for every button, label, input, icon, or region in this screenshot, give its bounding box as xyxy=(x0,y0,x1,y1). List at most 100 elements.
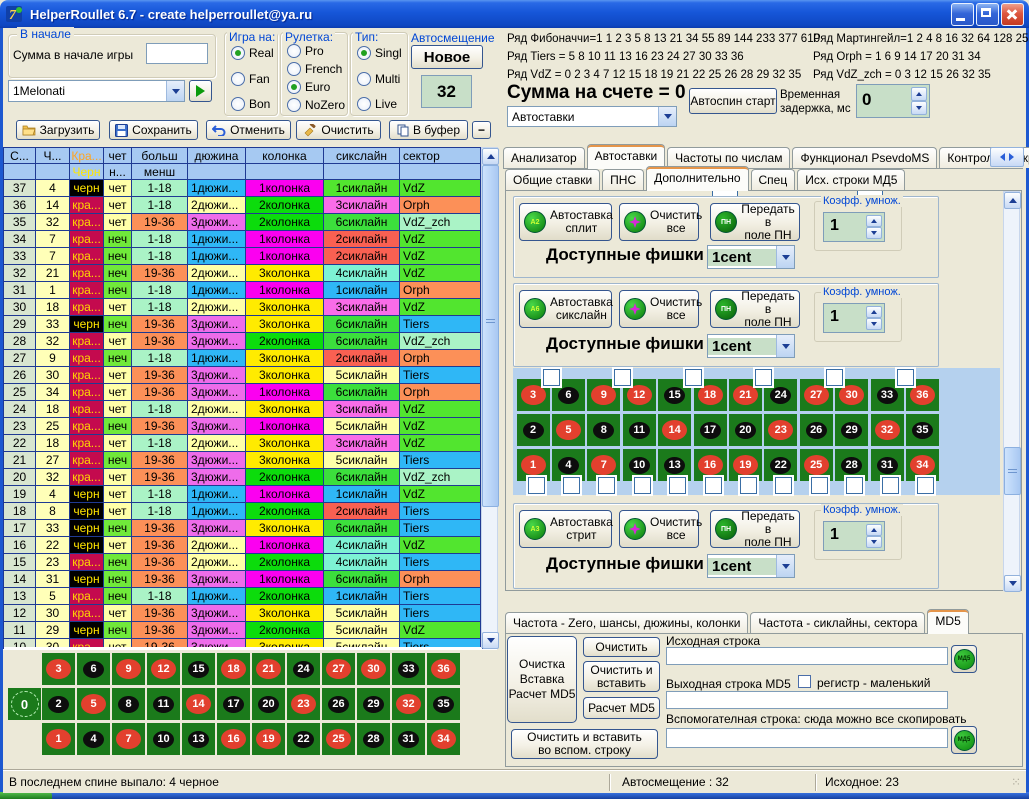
table-row[interactable]: 194чернчет1-181дюжи...1колонка1сиклайнVd… xyxy=(4,486,482,503)
undo-button[interactable]: Отменить xyxy=(206,120,291,140)
radio-option-nozero[interactable]: NoZero xyxy=(287,98,345,112)
table-row[interactable]: 2534кра...чет19-363дюжи...1колонка6сикла… xyxy=(4,384,482,401)
board-cell-20[interactable]: 20 xyxy=(729,414,762,446)
table-row[interactable]: 2032кра...чет19-363дюжи...2колонка6сикла… xyxy=(4,469,482,486)
board-cell-14[interactable]: 14 xyxy=(182,688,215,720)
chevron-down-icon[interactable] xyxy=(776,246,794,268)
table-row[interactable]: 1622чернчет19-362дюжи...1колонка4сиклайн… xyxy=(4,537,482,554)
collapse-button[interactable]: − xyxy=(472,121,491,139)
load-button[interactable]: Загрузить xyxy=(16,120,100,140)
tab-freq-1[interactable]: Частота - Zero, шансы, дюжины, колонки xyxy=(505,612,748,633)
table-row[interactable]: 3614кра...чет1-182дюжи...2колонка3сиклай… xyxy=(4,197,482,214)
spin-down-icon[interactable] xyxy=(911,101,927,115)
board-cell-23[interactable]: 23 xyxy=(287,688,320,720)
chevron-down-icon[interactable] xyxy=(166,81,184,101)
board-cell-5[interactable]: 5 xyxy=(552,414,585,446)
board-cell-20[interactable]: 20 xyxy=(252,688,285,720)
board-cell-2[interactable]: 2 xyxy=(517,414,550,446)
board-cell-5[interactable]: 5 xyxy=(77,688,110,720)
board-cell-35[interactable]: 35 xyxy=(906,414,939,446)
table-row[interactable]: 1733черннеч19-363дюжи...3колонка6сиклайн… xyxy=(4,520,482,537)
board-cell-22[interactable]: 22 xyxy=(287,723,320,755)
street-checkbox-8[interactable] xyxy=(775,477,792,494)
clear-all-button[interactable]: Очиститьвсе xyxy=(619,510,699,548)
autobet-split-button[interactable]: A2 Автоставкасплит xyxy=(519,203,612,241)
autospin-start-button[interactable]: Автоспин старт xyxy=(689,88,777,114)
table-row[interactable]: 1030кра...чет19-363дюжи...3колонка5сикла… xyxy=(4,639,482,647)
autobet-street-button[interactable]: A3 Автоставкастрит xyxy=(519,510,612,548)
sixline-checkbox-1[interactable] xyxy=(543,369,560,386)
spin-down-icon[interactable] xyxy=(866,536,882,548)
board-cell-29[interactable]: 29 xyxy=(357,688,390,720)
panel-scrollbar[interactable] xyxy=(1003,191,1020,591)
radio-option-pro[interactable]: Pro xyxy=(287,44,324,58)
table-row[interactable]: 374чернчет1-181дюжи...1колонка1сиклайнVd… xyxy=(4,180,482,197)
scroll-down-icon[interactable] xyxy=(1004,575,1021,592)
start-sum-input[interactable] xyxy=(146,43,208,64)
board-cell-12[interactable]: 12 xyxy=(147,653,180,685)
board-cell-25[interactable]: 25 xyxy=(322,723,355,755)
street-checkbox-6[interactable] xyxy=(705,477,722,494)
table-row[interactable]: 2127кра...неч19-363дюжи...3колонка5сикла… xyxy=(4,452,482,469)
md5-multi-button[interactable]: ОчисткаВставкаРасчет MD5 xyxy=(507,636,577,723)
board-cell-34[interactable]: 34 xyxy=(427,723,460,755)
tab-sub-1[interactable]: Общие ставки xyxy=(505,169,600,190)
board-cell-11[interactable]: 11 xyxy=(623,414,656,446)
md5-out-input[interactable] xyxy=(666,691,948,709)
board-cell-8[interactable]: 8 xyxy=(112,688,145,720)
md5-aux-input[interactable] xyxy=(666,728,948,748)
tab-main-1[interactable]: Анализатор xyxy=(503,147,585,168)
table-row[interactable]: 311кра...неч1-181дюжи...1колонка1сиклайн… xyxy=(4,282,482,299)
board-cell-11[interactable]: 11 xyxy=(147,688,180,720)
board-cell-9[interactable]: 9 xyxy=(112,653,145,685)
md5-calc-button[interactable]: Расчет MD5 xyxy=(583,697,660,719)
clear-all-button[interactable]: Очиститьвсе xyxy=(619,290,699,328)
radio-option-euro[interactable]: Euro xyxy=(287,80,330,94)
delay-spinner[interactable]: 0 xyxy=(856,84,930,118)
board-cell-32[interactable]: 32 xyxy=(871,414,904,446)
board-cell-17[interactable]: 17 xyxy=(217,688,250,720)
tab-freq-2[interactable]: Частота - сиклайны, сектора xyxy=(750,612,925,633)
tab-main-4[interactable]: Функционал PsevdoMS xyxy=(792,147,937,168)
radio-option-singl[interactable]: Singl xyxy=(357,46,402,60)
multiplier-spinner[interactable]: 1 xyxy=(823,521,885,551)
table-row[interactable]: 1523кра...неч19-362дюжи...2колонка4сикла… xyxy=(4,554,482,571)
md5-clear-paste-aux-button[interactable]: Очистить и вставитьво вспом. строку xyxy=(511,729,658,759)
street-checkbox-7[interactable] xyxy=(740,477,757,494)
sixline-checkbox-2[interactable] xyxy=(614,369,631,386)
board-cell-7[interactable]: 7 xyxy=(112,723,145,755)
table-row[interactable]: 3018кра...чет1-182дюжи...3колонка3сиклай… xyxy=(4,299,482,316)
scroll-down-icon[interactable] xyxy=(482,632,499,649)
board-cell-6[interactable]: 6 xyxy=(77,653,110,685)
street-checkbox-11[interactable] xyxy=(882,477,899,494)
minimize-button[interactable] xyxy=(951,3,974,26)
board-cell-21[interactable]: 21 xyxy=(252,653,285,685)
board-cell-0[interactable]: 0 xyxy=(8,688,41,720)
table-scrollbar-thumb[interactable] xyxy=(482,165,499,507)
md5-badge-icon[interactable]: МД5 xyxy=(951,645,977,673)
board-cell-10[interactable]: 10 xyxy=(147,723,180,755)
md5-badge-icon[interactable]: МД5 xyxy=(951,726,977,754)
spin-up-icon[interactable] xyxy=(866,524,882,536)
panel-scrollbar-thumb[interactable] xyxy=(1004,447,1021,495)
sixline-checkbox-6[interactable] xyxy=(897,369,914,386)
spin-down-icon[interactable] xyxy=(866,318,882,330)
board-cell-13[interactable]: 13 xyxy=(182,723,215,755)
transfer-to-pn-button[interactable]: ПН Передать вполе ПН xyxy=(710,290,800,328)
board-cell-4[interactable]: 4 xyxy=(77,723,110,755)
tab-scroll-buttons[interactable] xyxy=(990,147,1024,167)
radio-option-live[interactable]: Live xyxy=(357,97,397,111)
title-bar[interactable]: 7 HelperRoullet 6.7 - create helperroull… xyxy=(0,0,1029,28)
board-cell-36[interactable]: 36 xyxy=(427,653,460,685)
run-preset-button[interactable] xyxy=(189,80,212,102)
to-buffer-button[interactable]: В буфер xyxy=(389,120,468,140)
tab-sub-4[interactable]: Спец xyxy=(751,169,796,190)
board-cell-27[interactable]: 27 xyxy=(322,653,355,685)
multiplier-spinner[interactable]: 1 xyxy=(823,303,885,333)
table-row[interactable]: 2630кра...чет19-363дюжи...3колонка5сикла… xyxy=(4,367,482,384)
table-row[interactable]: 2418кра...чет1-182дюжи...3колонка3сиклай… xyxy=(4,401,482,418)
scroll-up-icon[interactable] xyxy=(482,148,499,165)
board-cell-35[interactable]: 35 xyxy=(427,688,460,720)
street-checkbox-2[interactable] xyxy=(563,477,580,494)
table-row[interactable]: 3221кра...неч19-362дюжи...3колонка4сикла… xyxy=(4,265,482,282)
